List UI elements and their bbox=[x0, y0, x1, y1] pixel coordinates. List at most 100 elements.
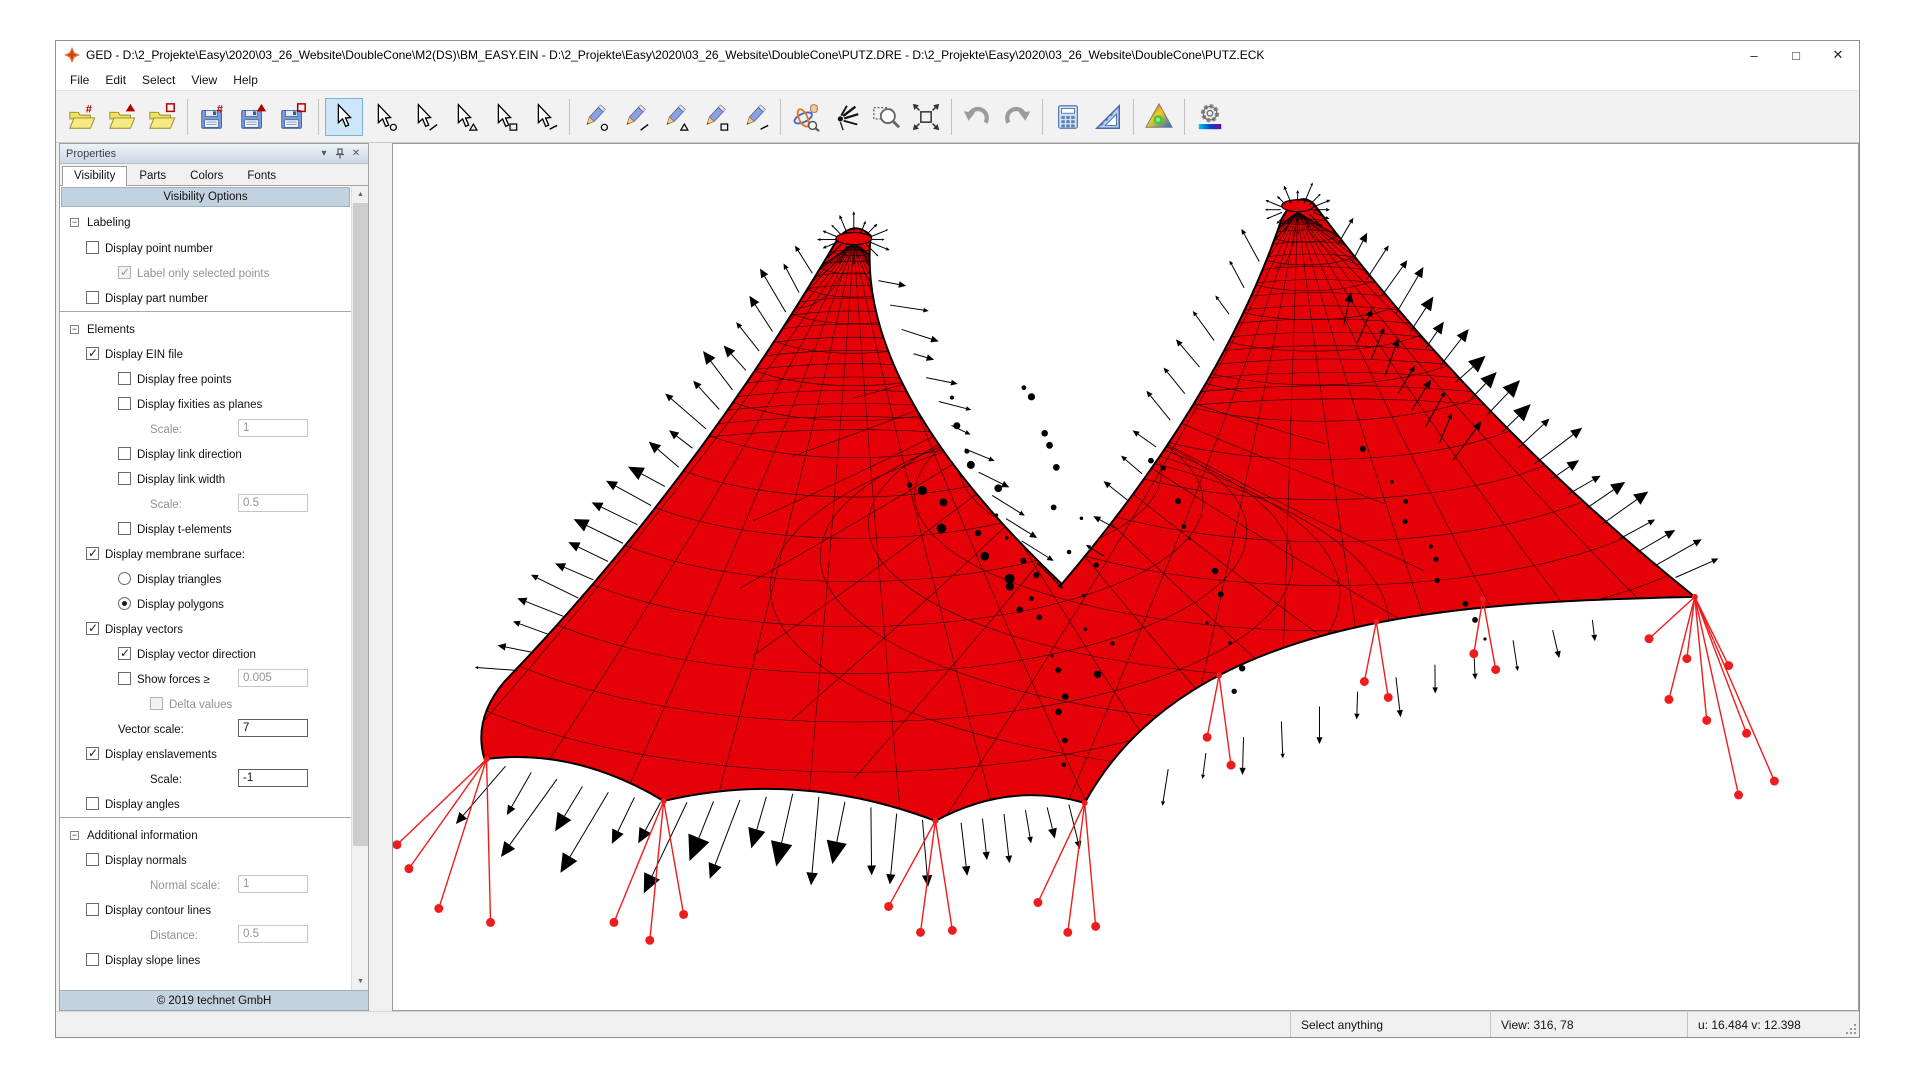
toolbar-save-eck-file[interactable] bbox=[274, 98, 312, 136]
checkbox[interactable] bbox=[86, 291, 99, 304]
minimize-button[interactable]: – bbox=[1733, 41, 1775, 69]
toolbar-draw-triangle-tool[interactable] bbox=[656, 98, 694, 136]
toolbar-calculator-button[interactable] bbox=[1049, 98, 1087, 136]
tab-colors[interactable]: Colors bbox=[178, 166, 235, 185]
checkbox[interactable] bbox=[118, 372, 131, 385]
value-field[interactable]: 1 bbox=[238, 875, 308, 893]
collapse-icon[interactable]: − bbox=[70, 218, 79, 227]
menu-select[interactable]: Select bbox=[134, 71, 183, 89]
field-scale[interactable]: Scale:-1 bbox=[60, 767, 351, 792]
scrollbar-down-icon[interactable]: ▼ bbox=[352, 973, 368, 990]
check-display-enslavements[interactable]: Display enslavements bbox=[60, 742, 351, 767]
field-distance[interactable]: Distance:0.5 bbox=[60, 923, 351, 948]
field-scale[interactable]: Scale:1 bbox=[60, 417, 351, 442]
toolbar-open-ein-file[interactable]: # bbox=[63, 98, 101, 136]
value-field[interactable]: 1 bbox=[238, 419, 308, 437]
value-field[interactable]: 0.5 bbox=[238, 494, 308, 512]
toolbar-rays-tool[interactable] bbox=[827, 98, 865, 136]
checkbox[interactable] bbox=[118, 266, 131, 279]
group-labeling[interactable]: −Labeling bbox=[60, 211, 351, 236]
check-display-membrane-surface[interactable]: Display membrane surface: bbox=[60, 542, 351, 567]
checkbox[interactable] bbox=[86, 853, 99, 866]
toolbar-draw-line-tool[interactable] bbox=[616, 98, 654, 136]
toolbar-zoom-fit-tool[interactable] bbox=[907, 98, 945, 136]
toolbar-mesh-button[interactable] bbox=[1140, 98, 1178, 136]
scrollbar-up-icon[interactable]: ▲ bbox=[352, 186, 368, 203]
maximize-button[interactable]: □ bbox=[1775, 41, 1817, 69]
radio-button[interactable] bbox=[118, 572, 131, 585]
tab-fonts[interactable]: Fonts bbox=[235, 166, 288, 185]
checkbox[interactable] bbox=[118, 472, 131, 485]
toolbar-select-lines-tool[interactable] bbox=[405, 98, 443, 136]
checkbox[interactable] bbox=[118, 447, 131, 460]
toolbar-draw-point-tool[interactable] bbox=[576, 98, 614, 136]
panel-close-icon[interactable]: ✕ bbox=[348, 146, 364, 162]
collapse-icon[interactable]: − bbox=[70, 325, 79, 334]
toolbar-select-tool[interactable] bbox=[325, 98, 363, 136]
scrollbar-thumb[interactable] bbox=[353, 203, 368, 846]
field-vector-scale[interactable]: Vector scale:7 bbox=[60, 717, 351, 742]
collapse-icon[interactable]: − bbox=[70, 831, 79, 840]
check-display-free-points[interactable]: Display free points bbox=[60, 367, 351, 392]
tab-parts[interactable]: Parts bbox=[127, 166, 178, 185]
menu-help[interactable]: Help bbox=[225, 71, 266, 89]
toolbar-draw-free-tool[interactable] bbox=[736, 98, 774, 136]
check-delta-values[interactable]: Delta values bbox=[60, 692, 351, 717]
toolbar-select-points-tool[interactable] bbox=[365, 98, 403, 136]
toolbar-orbit-view-tool[interactable] bbox=[787, 98, 825, 136]
checkbox[interactable] bbox=[150, 697, 163, 710]
check-display-vector-direction[interactable]: Display vector direction bbox=[60, 642, 351, 667]
toolbar-open-eck-file[interactable] bbox=[143, 98, 181, 136]
close-button[interactable]: ✕ bbox=[1817, 41, 1859, 69]
check-display-normals[interactable]: Display normals bbox=[60, 848, 351, 873]
menu-view[interactable]: View bbox=[183, 71, 225, 89]
check-display-vectors[interactable]: Display vectors bbox=[60, 617, 351, 642]
check-display-angles[interactable]: Display angles bbox=[60, 792, 351, 817]
toolbar-zoom-window-tool[interactable] bbox=[867, 98, 905, 136]
checkbox[interactable] bbox=[118, 647, 131, 660]
field-scale[interactable]: Scale:0.5 bbox=[60, 492, 351, 517]
toolbar-save-dre-file[interactable] bbox=[234, 98, 272, 136]
group-additional-information[interactable]: −Additional information bbox=[60, 817, 351, 848]
checkbox[interactable] bbox=[86, 622, 99, 635]
radio-display-triangles[interactable]: Display triangles bbox=[60, 567, 351, 592]
toolbar-redo-button[interactable] bbox=[998, 98, 1036, 136]
toolbar-select-triangles-tool[interactable] bbox=[445, 98, 483, 136]
check-display-part-number[interactable]: Display part number bbox=[60, 286, 351, 311]
menu-edit[interactable]: Edit bbox=[97, 71, 134, 89]
toolbar-open-dre-file[interactable] bbox=[103, 98, 141, 136]
check-display-t-elements[interactable]: Display t-elements bbox=[60, 517, 351, 542]
checkbox[interactable] bbox=[86, 241, 99, 254]
checkbox[interactable] bbox=[118, 397, 131, 410]
checkbox[interactable] bbox=[86, 747, 99, 760]
checkbox[interactable] bbox=[86, 953, 99, 966]
value-field[interactable]: 0.005 bbox=[238, 669, 308, 687]
check-show-forces[interactable]: Show forces ≥0.005 bbox=[60, 667, 351, 692]
toolbar-settings-button[interactable] bbox=[1191, 98, 1229, 136]
group-elements[interactable]: −Elements bbox=[60, 311, 351, 342]
toolbar-select-squares-tool[interactable] bbox=[485, 98, 523, 136]
radio-button[interactable] bbox=[118, 597, 131, 610]
checkbox[interactable] bbox=[86, 903, 99, 916]
panel-collapse-icon[interactable]: ▾ bbox=[316, 146, 332, 162]
viewport-canvas[interactable] bbox=[392, 143, 1859, 1011]
checkbox[interactable] bbox=[118, 672, 131, 685]
toolbar-select-free-tool[interactable] bbox=[525, 98, 563, 136]
panel-scrollbar[interactable]: ▲ ▼ bbox=[351, 186, 368, 990]
toolbar-undo-button[interactable] bbox=[958, 98, 996, 136]
toolbar-save-ein-file[interactable]: # bbox=[194, 98, 232, 136]
value-field[interactable]: 7 bbox=[238, 719, 308, 737]
checkbox[interactable] bbox=[86, 797, 99, 810]
panel-pin-icon[interactable] bbox=[332, 146, 348, 162]
check-display-fixities-as-planes[interactable]: Display fixities as planes bbox=[60, 392, 351, 417]
check-display-link-direction[interactable]: Display link direction bbox=[60, 442, 351, 467]
value-field[interactable]: -1 bbox=[238, 769, 308, 787]
value-field[interactable]: 0.5 bbox=[238, 925, 308, 943]
radio-display-polygons[interactable]: Display polygons bbox=[60, 592, 351, 617]
field-normal-scale[interactable]: Normal scale:1 bbox=[60, 873, 351, 898]
toolbar-draw-square-tool[interactable] bbox=[696, 98, 734, 136]
check-display-point-number[interactable]: Display point number bbox=[60, 236, 351, 261]
tab-visibility[interactable]: Visibility bbox=[62, 166, 127, 186]
check-display-link-width[interactable]: Display link width bbox=[60, 467, 351, 492]
toolbar-measure-button[interactable] bbox=[1089, 98, 1127, 136]
